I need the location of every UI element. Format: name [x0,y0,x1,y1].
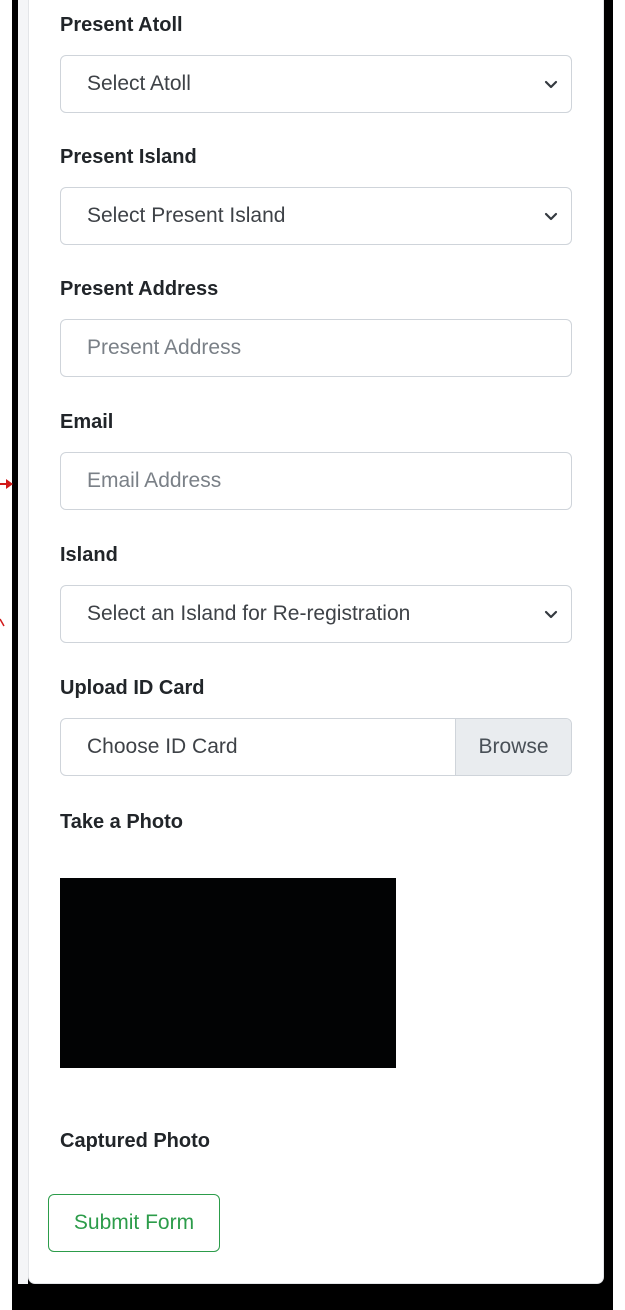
email-label: Email [60,411,114,433]
upload-id-file-input[interactable]: Choose ID Card Browse [60,718,572,776]
present-island-select[interactable]: Select Present Island [60,187,572,245]
island-label: Island [60,544,118,566]
chevron-down-icon [544,80,558,89]
island-select[interactable]: Select an Island for Re-registration [60,585,572,643]
present-island-value: Select Present Island [87,204,286,227]
present-atoll-value: Select Atoll [87,72,191,95]
upload-id-placeholder: Choose ID Card [87,735,238,758]
captured-photo-label: Captured Photo [60,1130,210,1152]
present-address-placeholder: Present Address [87,336,242,359]
camera-preview[interactable] [60,878,396,1068]
email-placeholder: Email Address [87,469,222,492]
arrow-right-icon [0,479,13,489]
chevron-down-icon [544,212,558,221]
upload-id-label: Upload ID Card [60,677,205,699]
present-address-label: Present Address [60,278,219,300]
email-input[interactable]: Email Address [60,452,572,510]
present-island-label: Present Island [60,146,197,168]
chevron-down-icon [544,610,558,619]
arrow-tip-icon [0,618,5,627]
left-gutter [18,0,28,1284]
island-value: Select an Island for Re-registration [87,602,411,625]
present-atoll-select[interactable]: Select Atoll [60,55,572,113]
present-address-input[interactable]: Present Address [60,319,572,377]
browse-button[interactable]: Browse [455,719,571,775]
present-atoll-label: Present Atoll [60,14,183,36]
take-photo-label: Take a Photo [60,811,183,833]
submit-button[interactable]: Submit Form [48,1194,220,1252]
